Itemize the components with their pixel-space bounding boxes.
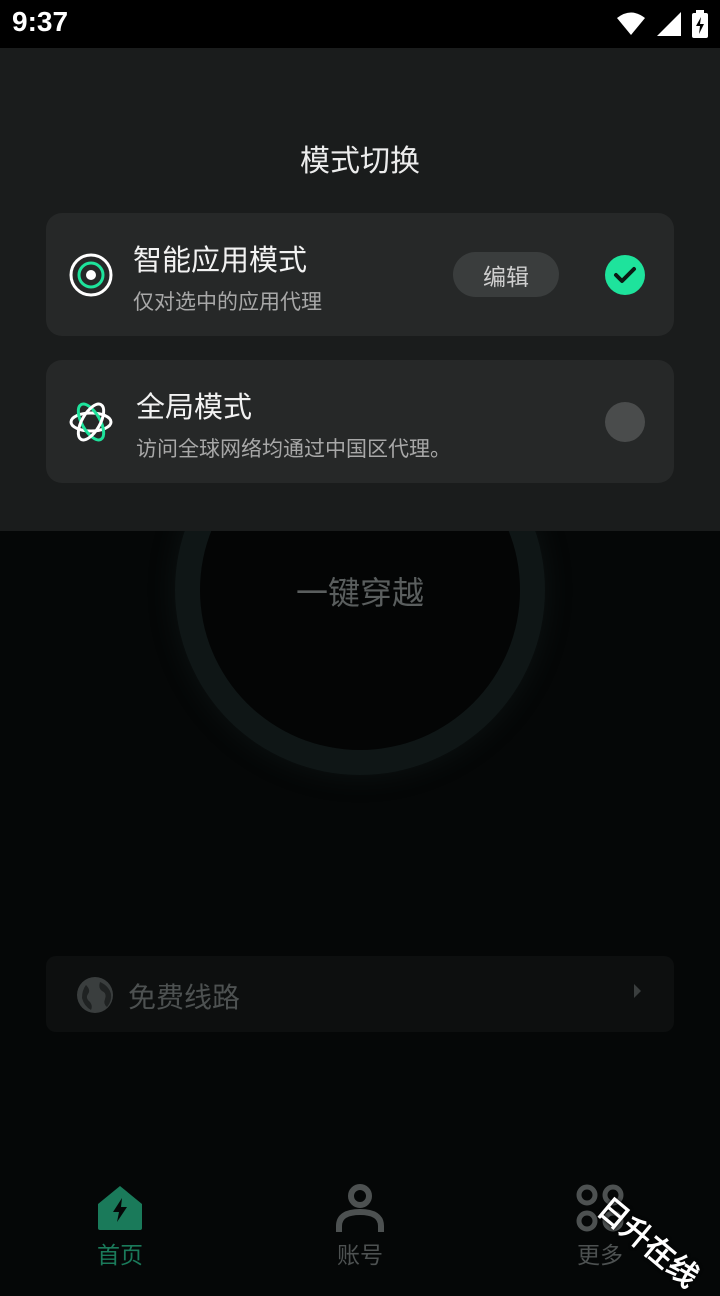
mode-subtitle: 仅对选中的应用代理 bbox=[133, 290, 322, 314]
mode-subtitle: 访问全球网络均通过中国区代理。 bbox=[136, 437, 451, 461]
connect-label: 一键穿越 bbox=[295, 574, 424, 612]
battery-charging-icon bbox=[692, 10, 708, 38]
unselected-radio[interactable] bbox=[605, 402, 645, 442]
wifi-icon bbox=[617, 12, 645, 35]
mode-card-smart[interactable]: 智能应用模式 仅对选中的应用代理 编辑 bbox=[46, 213, 674, 336]
target-icon bbox=[69, 253, 113, 297]
sheet-title: 模式切换 bbox=[300, 144, 420, 179]
status-icons bbox=[616, 10, 708, 38]
tab-label: 账号 bbox=[337, 1243, 383, 1269]
tab-label: 首页 bbox=[97, 1243, 143, 1269]
user-icon bbox=[336, 1184, 384, 1232]
checkmark-icon bbox=[614, 267, 636, 283]
edit-button[interactable]: 编辑 bbox=[453, 252, 559, 297]
tab-home[interactable]: 首页 bbox=[60, 1180, 180, 1270]
status-time: 9:37 bbox=[12, 6, 69, 37]
home-bolt-icon bbox=[98, 1186, 142, 1230]
tab-account[interactable]: 账号 bbox=[300, 1180, 420, 1270]
chevron-right-icon bbox=[634, 984, 641, 998]
mode-switch-sheet: 模式切换 智能应用模式 仅对选中的应用代理 编辑 全局模式 访问全球网络均通过中… bbox=[0, 48, 720, 531]
status-bar: 9:37 bbox=[0, 0, 720, 48]
mode-card-global[interactable]: 全局模式 访问全球网络均通过中国区代理。 bbox=[46, 360, 674, 483]
route-selector[interactable]: 免费线路 bbox=[46, 956, 674, 1032]
route-label: 免费线路 bbox=[128, 981, 241, 1014]
selected-check-icon[interactable] bbox=[605, 255, 645, 295]
mode-title: 智能应用模式 bbox=[133, 243, 308, 277]
mode-title: 全局模式 bbox=[136, 390, 253, 424]
atom-icon bbox=[69, 402, 113, 442]
signal-icon bbox=[657, 12, 681, 36]
globe-icon bbox=[77, 977, 113, 1013]
